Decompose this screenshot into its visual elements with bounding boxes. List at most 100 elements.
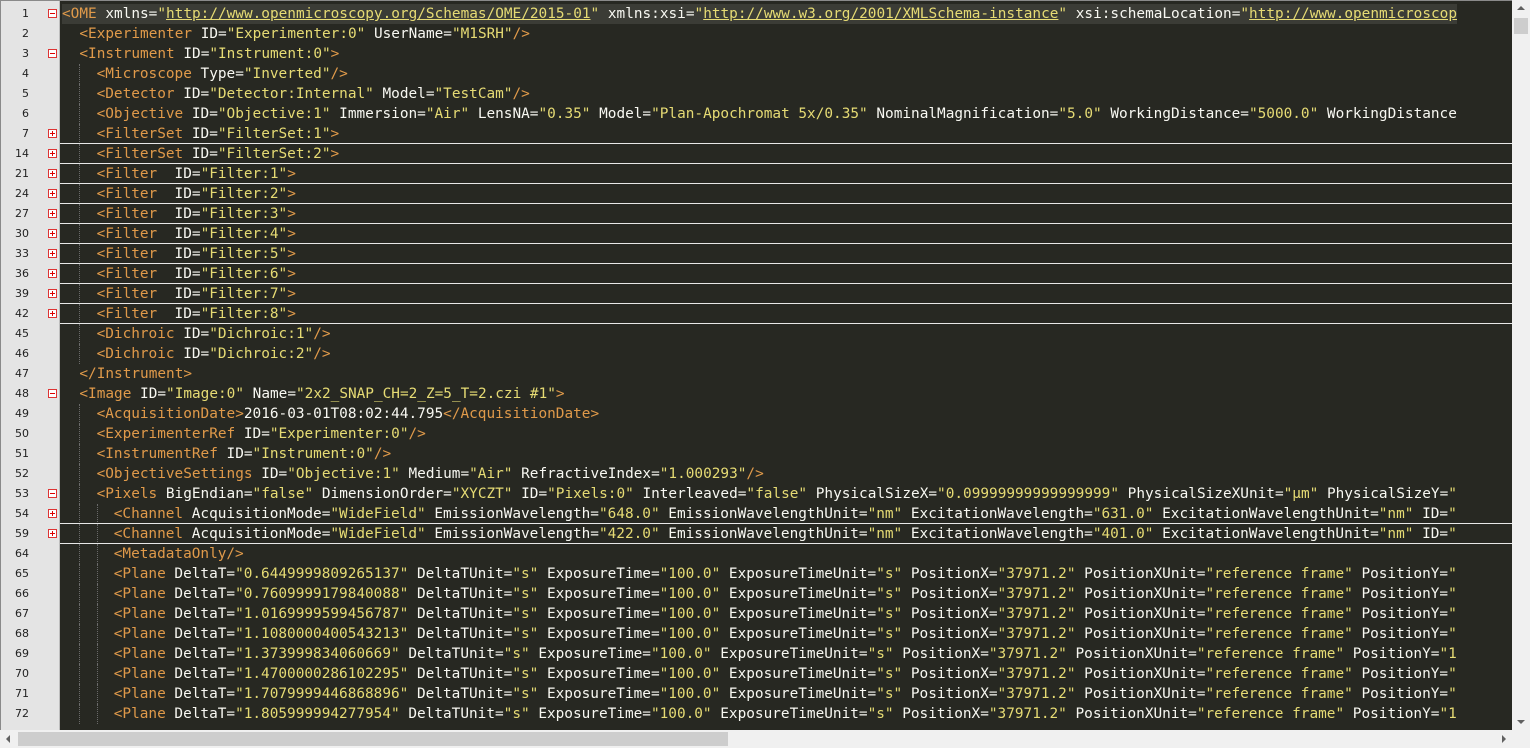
scroll-down-button[interactable] [1513, 713, 1529, 730]
code-text[interactable]: <Filter ID="Filter:7"> [62, 284, 296, 304]
code-line[interactable]: 68 <Plane DeltaT="1.1080000400543213" Del… [1, 624, 1512, 644]
code-text[interactable]: <Instrument ID="Instrument:0"> [62, 44, 339, 64]
expand-fold-icon[interactable] [48, 529, 57, 538]
code-line[interactable]: 4 <Microscope Type="Inverted"/> [1, 64, 1512, 84]
code-line[interactable]: 71 <Plane DeltaT="1.7079999446868896" Del… [1, 684, 1512, 704]
code-line[interactable]: 49 <AcquisitionDate>2016-03-01T08:02:44.7… [1, 404, 1512, 424]
code-line[interactable]: 50 <ExperimenterRef ID="Experimenter:0"/> [1, 424, 1512, 444]
code-text[interactable]: <Dichroic ID="Dichroic:1"/> [62, 324, 331, 344]
code-text[interactable]: <Plane DeltaT="0.6449999809265137" Delta… [62, 564, 1457, 584]
code-line[interactable]: 53 <Pixels BigEndian="false" DimensionOrd… [1, 484, 1512, 504]
code-line[interactable]: 46 <Dichroic ID="Dichroic:2"/> [1, 344, 1512, 364]
code-text[interactable]: <Channel AcquisitionMode="WideField" Emi… [62, 504, 1457, 524]
code-line[interactable]: 70 <Plane DeltaT="1.4700000286102295" Del… [1, 664, 1512, 684]
code-text[interactable]: <Plane DeltaT="1.7079999446868896" Delta… [62, 684, 1457, 704]
vertical-scrollbar[interactable] [1512, 0, 1530, 730]
code-text[interactable]: <Plane DeltaT="1.0169999599456787" Delta… [62, 604, 1457, 624]
code-text[interactable]: <Objective ID="Objective:1" Immersion="A… [62, 104, 1457, 124]
code-text[interactable]: <Image ID="Image:0" Name="2x2_SNAP_CH=2_… [62, 384, 564, 404]
expand-fold-icon[interactable] [48, 229, 57, 238]
code-text[interactable]: <Plane DeltaT="1.373999834060669" DeltaT… [62, 644, 1457, 664]
code-line[interactable]: 59 <Channel AcquisitionMode="WideField" E… [1, 524, 1512, 544]
code-line[interactable]: 69 <Plane DeltaT="1.373999834060669" Delt… [1, 644, 1512, 664]
code-line[interactable]: 30 <Filter ID="Filter:4"> [1, 224, 1512, 244]
expand-fold-icon[interactable] [48, 269, 57, 278]
code-text[interactable]: <Filter ID="Filter:1"> [62, 164, 296, 184]
expand-fold-icon[interactable] [48, 509, 57, 518]
collapse-fold-icon[interactable] [48, 49, 57, 58]
code-line[interactable]: 24 <Filter ID="Filter:2"> [1, 184, 1512, 204]
expand-fold-icon[interactable] [48, 289, 57, 298]
code-text[interactable]: <AcquisitionDate>2016-03-01T08:02:44.795… [62, 404, 599, 424]
code-text[interactable]: <Filter ID="Filter:4"> [62, 224, 296, 244]
code-text[interactable]: <Filter ID="Filter:8"> [62, 304, 296, 324]
code-text[interactable]: <ObjectiveSettings ID="Objective:1" Medi… [62, 464, 764, 484]
code-line[interactable]: 65 <Plane DeltaT="0.6449999809265137" Del… [1, 564, 1512, 584]
vertical-scroll-thumb[interactable] [1514, 18, 1528, 34]
code-line[interactable]: 33 <Filter ID="Filter:5"> [1, 244, 1512, 264]
code-line[interactable]: 45 <Dichroic ID="Dichroic:1"/> [1, 324, 1512, 344]
horizontal-scrollbar[interactable] [0, 730, 1512, 748]
xml-tag-token: < [62, 6, 71, 22]
expand-fold-icon[interactable] [48, 249, 57, 258]
code-line[interactable]: 48 <Image ID="Image:0" Name="2x2_SNAP_CH=… [1, 384, 1512, 404]
expand-fold-icon[interactable] [48, 189, 57, 198]
code-line[interactable]: 7 <FilterSet ID="FilterSet:1"> [1, 124, 1512, 144]
code-text[interactable]: <Filter ID="Filter:5"> [62, 244, 296, 264]
scrollbar-corner [1512, 730, 1530, 748]
collapse-fold-icon[interactable] [48, 489, 57, 498]
code-text[interactable]: <Microscope Type="Inverted"/> [62, 64, 348, 84]
code-line[interactable]: 14 <FilterSet ID="FilterSet:2"> [1, 144, 1512, 164]
expand-fold-icon[interactable] [48, 129, 57, 138]
code-text[interactable]: <ExperimenterRef ID="Experimenter:0"/> [62, 424, 426, 444]
expand-fold-icon[interactable] [48, 309, 57, 318]
code-text[interactable]: <Plane DeltaT="1.1080000400543213" Delta… [62, 624, 1457, 644]
code-text[interactable]: <Pixels BigEndian="false" DimensionOrder… [62, 484, 1457, 504]
code-line[interactable]: 3 <Instrument ID="Instrument:0"> [1, 44, 1512, 64]
code-text[interactable]: <Plane DeltaT="0.7609999179840088" Delta… [62, 584, 1457, 604]
code-line[interactable]: 52 <ObjectiveSettings ID="Objective:1" Me… [1, 464, 1512, 484]
collapse-fold-icon[interactable] [48, 9, 57, 18]
code-lines[interactable]: 1 <OME xmlns="http://www.openmicroscopy.o… [1, 4, 1512, 724]
code-text[interactable]: <Channel AcquisitionMode="WideField" Emi… [62, 524, 1457, 544]
code-line[interactable]: 36 <Filter ID="Filter:6"> [1, 264, 1512, 284]
scroll-right-button[interactable] [1495, 731, 1512, 747]
code-text[interactable]: <Experimenter ID="Experimenter:0" UserNa… [62, 24, 530, 44]
code-text[interactable]: <Plane DeltaT="1.805999994277954" DeltaT… [62, 704, 1457, 724]
code-text[interactable]: <Plane DeltaT="1.4700000286102295" Delta… [62, 664, 1457, 684]
code-line[interactable]: 6 <Objective ID="Objective:1" Immersion="… [1, 104, 1512, 124]
expand-fold-icon[interactable] [48, 149, 57, 158]
expand-fold-icon[interactable] [48, 169, 57, 178]
code-text[interactable]: </Instrument> [62, 364, 192, 384]
code-line[interactable]: 27 <Filter ID="Filter:3"> [1, 204, 1512, 224]
code-text[interactable]: <FilterSet ID="FilterSet:2"> [62, 144, 339, 164]
code-text[interactable]: <Dichroic ID="Dichroic:2"/> [62, 344, 331, 364]
code-text[interactable]: <Filter ID="Filter:2"> [62, 184, 296, 204]
code-line[interactable]: 64 <MetadataOnly/> [1, 544, 1512, 564]
code-text[interactable]: <Filter ID="Filter:3"> [62, 204, 296, 224]
code-line[interactable]: 21 <Filter ID="Filter:1"> [1, 164, 1512, 184]
expand-fold-icon[interactable] [48, 209, 57, 218]
code-line[interactable]: 2 <Experimenter ID="Experimenter:0" UserN… [1, 24, 1512, 44]
code-line[interactable]: 54 <Channel AcquisitionMode="WideField" E… [1, 504, 1512, 524]
xml-editor[interactable]: 1 <OME xmlns="http://www.openmicroscopy.o… [0, 0, 1512, 730]
code-line[interactable]: 39 <Filter ID="Filter:7"> [1, 284, 1512, 304]
code-text[interactable]: <Filter ID="Filter:6"> [62, 264, 296, 284]
code-line[interactable]: 1 <OME xmlns="http://www.openmicroscopy.o… [1, 4, 1512, 24]
scroll-up-button[interactable] [1513, 0, 1529, 17]
code-line[interactable]: 42 <Filter ID="Filter:8"> [1, 304, 1512, 324]
horizontal-scroll-thumb[interactable] [18, 732, 728, 746]
code-line[interactable]: 72 <Plane DeltaT="1.805999994277954" Delt… [1, 704, 1512, 724]
code-text[interactable]: <Detector ID="Detector:Internal" Model="… [62, 84, 530, 104]
scroll-left-button[interactable] [0, 731, 17, 747]
code-text[interactable]: <InstrumentRef ID="Instrument:0"/> [62, 444, 391, 464]
collapse-fold-icon[interactable] [48, 389, 57, 398]
code-line[interactable]: 47 </Instrument> [1, 364, 1512, 384]
code-line[interactable]: 51 <InstrumentRef ID="Instrument:0"/> [1, 444, 1512, 464]
code-text[interactable]: <FilterSet ID="FilterSet:1"> [62, 124, 339, 144]
code-text[interactable]: <MetadataOnly/> [62, 544, 244, 564]
code-line[interactable]: 66 <Plane DeltaT="0.7609999179840088" Del… [1, 584, 1512, 604]
code-line[interactable]: 5 <Detector ID="Detector:Internal" Model=… [1, 84, 1512, 104]
code-line[interactable]: 67 <Plane DeltaT="1.0169999599456787" Del… [1, 604, 1512, 624]
code-text[interactable]: <OME xmlns="http://www.openmicroscopy.or… [62, 4, 1457, 24]
